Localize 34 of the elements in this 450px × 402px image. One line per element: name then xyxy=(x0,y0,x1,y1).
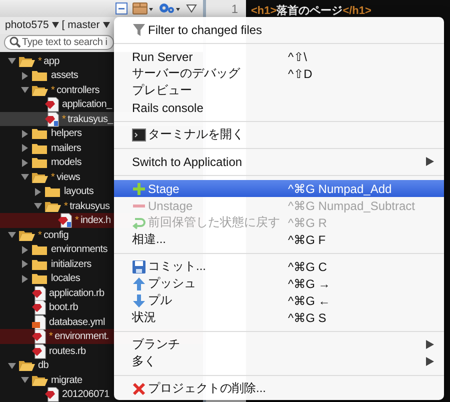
modified-marker: * xyxy=(51,172,55,183)
modified-marker: * xyxy=(51,84,55,96)
folder-name: models xyxy=(51,157,82,168)
folder-name: config xyxy=(44,230,68,241)
file-name: application.rb xyxy=(49,288,104,299)
file-name: index.h xyxy=(80,215,111,226)
file-name: routes.rb xyxy=(49,346,86,357)
file-name: 201206071 xyxy=(62,389,110,400)
folder-name: migrate xyxy=(51,374,82,386)
line-number: 1 xyxy=(231,2,238,16)
modified-marker: * xyxy=(75,215,79,226)
code-line: <h1>落首のページ</h1> xyxy=(250,4,372,18)
folder-name: locales xyxy=(51,273,80,284)
folder-name: app xyxy=(44,56,60,67)
file-name: environment. xyxy=(54,331,109,342)
folder-name: mailers xyxy=(51,142,82,154)
modified-marker: * xyxy=(38,56,42,67)
modified-marker: * xyxy=(38,230,42,241)
folder-name: db xyxy=(38,360,49,372)
modified-marker: * xyxy=(62,114,66,125)
modified-marker: * xyxy=(49,331,53,342)
file-name: trakusyus_ xyxy=(68,114,113,125)
folder-name: trakusyus xyxy=(70,200,110,212)
file-name: database.yml xyxy=(49,316,105,328)
folder-name: layouts xyxy=(64,186,94,198)
file-name: application_ xyxy=(62,99,112,110)
folder-name: assets xyxy=(51,70,78,82)
file-name: boot.rb xyxy=(49,302,78,314)
modified-marker: * xyxy=(64,200,68,212)
folder-name: controllers xyxy=(56,84,100,96)
folder-name: initializers xyxy=(51,258,92,270)
folder-name: views xyxy=(56,172,80,183)
folder-name: helpers xyxy=(51,128,82,140)
folder-name: environments xyxy=(51,244,108,256)
